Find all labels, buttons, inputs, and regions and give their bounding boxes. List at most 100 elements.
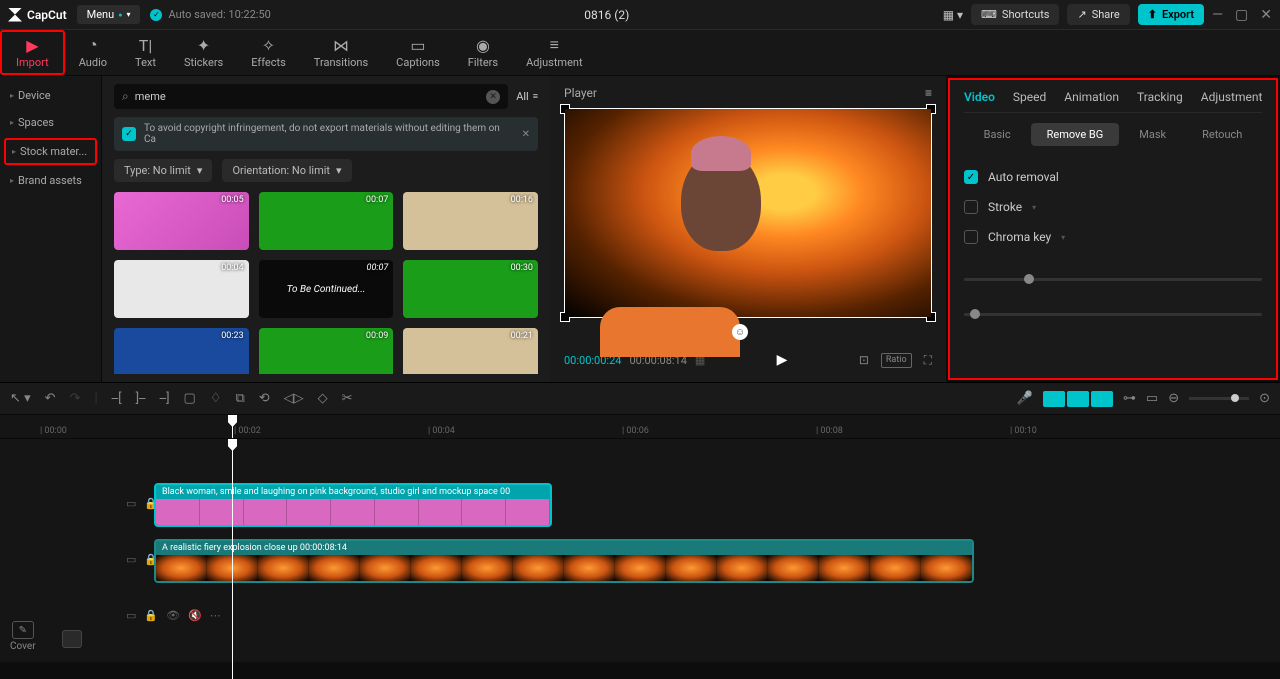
track-visible-icon[interactable]: 👁	[166, 609, 180, 622]
props-tab-speed[interactable]: Speed	[1013, 90, 1046, 104]
nav-device[interactable]: Device	[0, 82, 101, 109]
tool-import[interactable]: ▶Import	[0, 30, 65, 75]
captions-icon: ▭	[410, 36, 425, 54]
ratio-button[interactable]: Ratio	[881, 353, 912, 368]
zoom-fit-icon[interactable]: ⊙	[1259, 391, 1270, 406]
slider-1[interactable]	[964, 272, 1262, 287]
copyright-warning: ✓To avoid copyright infringement, do not…	[114, 117, 538, 151]
crop-icon[interactable]: ▢	[184, 391, 196, 406]
redo-icon[interactable]: ↷	[70, 391, 81, 406]
subtab-retouch[interactable]: Retouch	[1186, 123, 1258, 146]
track-collapse-icon[interactable]: ▭	[126, 553, 136, 566]
track-collapse-icon[interactable]: ▭	[126, 609, 136, 622]
tool-adjustment[interactable]: ≡Adjustment	[512, 32, 597, 73]
props-tab-adjustment[interactable]: Adjustment	[1201, 90, 1263, 104]
video-preview[interactable]	[564, 108, 932, 318]
select-tool-icon[interactable]: ↖ ▾	[10, 391, 31, 406]
media-thumb[interactable]: 00:09	[259, 328, 394, 374]
mic-icon[interactable]: 🎤	[1017, 391, 1033, 406]
share-button[interactable]: ↗ Share	[1067, 4, 1129, 25]
stickers-icon: ✦	[197, 36, 210, 54]
play-button[interactable]: ▶	[777, 352, 788, 368]
marker-tool-icon[interactable]: ♢	[210, 391, 222, 406]
reverse-icon[interactable]: ⟲	[259, 391, 270, 406]
export-button[interactable]: ⬆ Export	[1138, 4, 1204, 25]
add-track-button[interactable]	[62, 630, 82, 648]
copy-icon[interactable]: ⧉	[235, 391, 244, 406]
track-mute-icon[interactable]: 🔇	[188, 609, 202, 622]
stroke-option[interactable]: Stroke▾	[964, 192, 1262, 222]
mirror-icon[interactable]: ◁▷	[284, 391, 304, 406]
split-right-icon[interactable]: ⎯]	[160, 391, 170, 406]
nav-spaces[interactable]: Spaces	[0, 109, 101, 136]
tool-audio[interactable]: ◔Audio	[65, 32, 121, 73]
track-collapse-icon[interactable]: ▭	[126, 497, 136, 510]
props-tab-tracking[interactable]: Tracking	[1137, 90, 1183, 104]
undo-icon[interactable]: ↶	[45, 391, 56, 406]
project-title: 0816 (2)	[584, 8, 629, 22]
orientation-filter[interactable]: Orientation: No limit ▾	[222, 159, 351, 182]
layout-icon[interactable]: ▦ ▾	[943, 8, 963, 22]
cover-button[interactable]: ✎Cover	[10, 621, 36, 652]
tool-transitions[interactable]: ⋈Transitions	[300, 32, 382, 73]
link-icon[interactable]: ⊶	[1123, 391, 1136, 406]
tool-captions[interactable]: ▭Captions	[382, 32, 454, 73]
auto-removal-option[interactable]: ✓Auto removal	[964, 162, 1262, 192]
player-title: Player	[564, 86, 597, 100]
clear-search-icon[interactable]: ✕	[486, 90, 500, 104]
minimize-icon[interactable]: —	[1212, 7, 1223, 23]
player-menu-icon[interactable]: ≡	[925, 86, 932, 100]
rotate-icon[interactable]: ◇	[318, 391, 328, 406]
crop-preview-icon[interactable]: ⊡	[859, 353, 869, 368]
maximize-icon[interactable]: ▢	[1235, 7, 1248, 23]
adjustment-icon: ≡	[550, 36, 559, 54]
props-tab-animation[interactable]: Animation	[1064, 90, 1119, 104]
fullscreen-icon[interactable]: ⛶	[924, 353, 932, 368]
magnet-2-icon[interactable]	[1067, 391, 1089, 407]
tool-text[interactable]: T|Text	[121, 32, 170, 73]
media-thumb[interactable]: 00:07	[259, 192, 394, 250]
chroma-key-option[interactable]: Chroma key▾	[964, 222, 1262, 252]
media-thumb[interactable]: 00:05	[114, 192, 249, 250]
media-thumb[interactable]: 00:16	[403, 192, 538, 250]
magnet-3-icon[interactable]	[1091, 391, 1113, 407]
media-thumb[interactable]: 00:30	[403, 260, 538, 318]
type-filter[interactable]: Type: No limit ▾	[114, 159, 212, 182]
split-left-icon[interactable]: ]⎯	[136, 391, 146, 406]
media-thumb[interactable]: 00:04	[114, 260, 249, 318]
nav-brandassets[interactable]: Brand assets	[0, 167, 101, 194]
tool-stickers[interactable]: ✦Stickers	[170, 32, 237, 73]
magnet-1-icon[interactable]	[1043, 391, 1065, 407]
ruler-mark: | 00:10	[1010, 426, 1037, 436]
media-thumb[interactable]: 00:07To Be Continued...	[259, 260, 394, 318]
nav-stockmater[interactable]: Stock mater...	[4, 138, 97, 165]
all-filter-button[interactable]: All ≡	[516, 90, 538, 103]
transitions-icon: ⋈	[333, 36, 349, 54]
track-more-icon[interactable]: ⋯	[210, 609, 221, 622]
tool-effects[interactable]: ✧Effects	[237, 32, 300, 73]
marker-icon[interactable]: ☺	[732, 324, 748, 340]
zoom-out-icon[interactable]: ⊖	[1168, 391, 1179, 406]
crop2-icon[interactable]: ✂	[342, 391, 353, 406]
split-icon[interactable]: ⎯[	[112, 391, 122, 406]
close-warning-icon[interactable]: ✕	[522, 129, 530, 140]
close-icon[interactable]: ✕	[1260, 7, 1272, 23]
filters-icon: ◉	[476, 36, 490, 54]
media-thumb[interactable]: 00:23	[114, 328, 249, 374]
subtab-mask[interactable]: Mask	[1123, 123, 1182, 146]
subtab-remove-bg[interactable]: Remove BG	[1031, 123, 1120, 146]
app-logo: CapCut	[8, 8, 67, 22]
clip-explosion[interactable]: A realistic fiery explosion close up 00:…	[154, 539, 974, 583]
search-input[interactable]: ⌕ ✕	[114, 84, 508, 109]
props-tab-video[interactable]: Video	[964, 90, 995, 104]
tool-filters[interactable]: ◉Filters	[454, 32, 512, 73]
slider-2[interactable]	[964, 307, 1262, 322]
preview-icon[interactable]: ▭	[1146, 391, 1158, 406]
search-icon: ⌕	[122, 89, 129, 104]
menu-button[interactable]: Menu●▾	[77, 5, 141, 24]
track-lock-icon[interactable]: 🔒	[144, 609, 158, 622]
subtab-basic[interactable]: Basic	[968, 123, 1027, 146]
shortcuts-button[interactable]: ⌨ Shortcuts	[971, 4, 1059, 25]
clip-woman[interactable]: Black woman, smile and laughing on pink …	[154, 483, 552, 527]
media-thumb[interactable]: 00:21	[403, 328, 538, 374]
